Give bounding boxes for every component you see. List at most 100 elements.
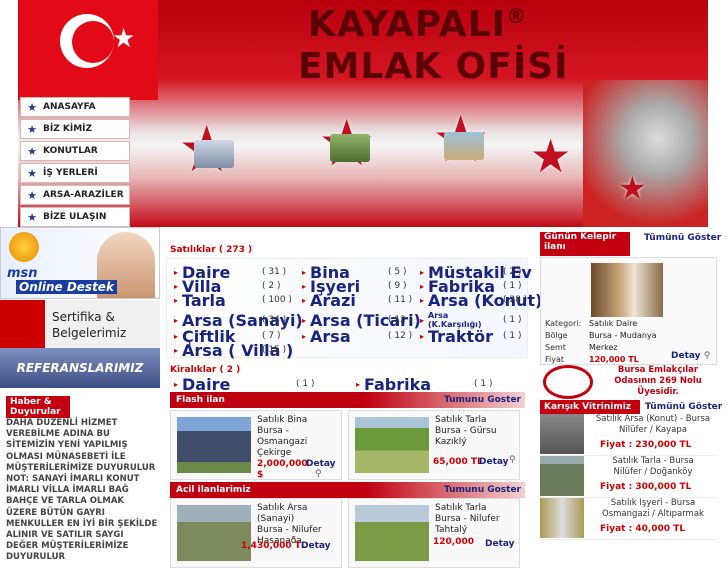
arrow-icon: ▸ — [174, 315, 179, 325]
detay-link[interactable]: Detay — [479, 457, 509, 467]
category-count: ( 1 ) — [503, 331, 522, 341]
msn-butterfly-icon — [9, 232, 39, 262]
acil-card-2[interactable]: Satılık Tarla Bursa - Nilufer Tahtalý 120,… — [348, 498, 520, 568]
arrow-icon: ▸ — [420, 315, 425, 325]
acil-card-1[interactable]: Satılık Arsa (Sanayi) Bursa - Nilufer Hasa… — [170, 498, 342, 568]
category-count: ( 31 ) — [262, 267, 287, 277]
arrow-icon: ▸ — [302, 267, 307, 277]
arrow-icon: ▸ — [420, 331, 425, 341]
listing-photo — [540, 414, 584, 454]
menu-item-konutlar[interactable]: ★ KONUTLAR — [20, 141, 130, 161]
category-link[interactable]: ▸ Tarla — [174, 291, 226, 310]
flash-ilan-header: Flash ilan Tumunu Goster — [170, 392, 525, 408]
arrow-icon: ▸ — [174, 345, 179, 355]
listing-photo[interactable] — [591, 263, 663, 317]
detay-link[interactable]: Detay — [306, 459, 336, 469]
arrow-icon: ▸ — [302, 281, 307, 291]
kelepir-show-all-link[interactable]: Tümünü Göster — [644, 233, 721, 249]
detay-link[interactable]: Detay ⚲ — [671, 351, 710, 361]
menu-item-bize-ulasin[interactable]: ★ BİZE ULAŞIN — [20, 207, 130, 227]
listing-photo — [177, 505, 251, 561]
listing-photo — [540, 456, 584, 496]
flash-show-all-link[interactable]: Tumunu Goster — [444, 395, 521, 405]
category-link[interactable]: ▸ Arsa (K.Karşılığı) — [420, 311, 498, 329]
flag-star-icon: ★ — [112, 24, 136, 54]
listing-photo — [355, 417, 429, 473]
rental-category-link[interactable]: ▸ Daire — [174, 375, 230, 394]
star-icon: ★ — [27, 210, 37, 224]
star-photo-frame-icon: ★ — [618, 169, 647, 207]
karisik-vitrin-header: Karışık Vitrinimiz — [540, 400, 640, 414]
flash-card-1[interactable]: Satılık Bina Bursa - Osmangazi Çekirge 2,00… — [170, 410, 342, 480]
vitrin-item-2[interactable]: Satılık Tarla - Bursa Nilüfer / Doğanköy … — [540, 456, 717, 498]
category-count: ( 7 ) — [262, 331, 281, 341]
arrow-icon: ▸ — [174, 379, 179, 389]
kelepir-header: Günün Kelepir ilanı — [540, 232, 630, 256]
category-count: ( 12 ) — [388, 331, 413, 341]
magnifier-icon[interactable]: ⚲ — [315, 469, 322, 479]
star-icon: ★ — [27, 144, 37, 158]
main-menu: ★ ANASAYFA ★ BİZ KİMİZ ★ KONUTLAR ★ İŞ YERLE… — [20, 97, 130, 229]
category-count: ( 1 ) — [503, 281, 522, 291]
news-heading: Haber & Duyurular — [6, 396, 70, 418]
satiliklar-title: Satılıklar ( 273 ) — [170, 245, 253, 255]
category-count: ( 5 ) — [388, 267, 407, 277]
magnifier-icon: ⚲ — [703, 351, 711, 361]
menu-item-is-yerleri[interactable]: ★ İŞ YERLERİ — [20, 163, 130, 183]
msn-online-support-banner[interactable]: msn Online Destek — [0, 227, 160, 299]
arrow-icon: ▸ — [174, 295, 179, 305]
star-icon: ★ — [27, 122, 37, 136]
category-count: ( 2 ) — [262, 281, 281, 291]
category-count: ( 9 ) — [388, 281, 407, 291]
arrow-icon: ▸ — [420, 267, 425, 277]
listing-photo — [540, 498, 584, 538]
brand-title: KAYAPALI® — [308, 4, 528, 45]
detay-link[interactable]: Detay — [301, 541, 331, 551]
bursa-emlak-membership: Bursa Emlakçılar Odasının 269 Nolu Üyesidi… — [614, 365, 702, 397]
rental-category-link[interactable]: ▸ Fabrika — [356, 375, 431, 394]
acil-ilanlar-header: Acil ilanlarimiz Tumunu Goster — [170, 482, 525, 498]
category-count: ( 11 ) — [388, 295, 413, 305]
category-link[interactable]: ▸ Arsa — [302, 327, 351, 346]
category-count: ( 100 ) — [262, 295, 292, 305]
category-link[interactable]: ▸ Arazi — [302, 291, 356, 310]
menu-item-anasayfa[interactable]: ★ ANASAYFA — [20, 97, 130, 117]
category-count: ( 15 ) — [262, 345, 287, 355]
vitrin-item-1[interactable]: Satılık Arsa (Konut) - Bursa Nilüfer / Ka… — [540, 414, 717, 456]
arrow-icon: ▸ — [420, 295, 425, 305]
listing-photo — [177, 417, 251, 473]
category-count: ( 28 ) — [503, 295, 528, 305]
detay-link[interactable]: Detay — [485, 539, 515, 549]
flash-card-2[interactable]: Satılık Tarla Bursa - Gürsu Kazıklý 65,000… — [348, 410, 520, 480]
category-count: ( 2 ) — [503, 267, 522, 277]
listing-photo — [355, 505, 429, 561]
arrow-icon: ▸ — [302, 295, 307, 305]
arrow-icon: ▸ — [356, 379, 361, 389]
arrow-icon: ▸ — [174, 267, 179, 277]
kelepir-panel: Kategori: Satılık Daire Bölge Bursa - Muda… — [540, 257, 717, 365]
arrow-icon: ▸ — [302, 331, 307, 341]
arrow-icon: ▸ — [302, 315, 307, 325]
rental-category-count: ( 1 ) — [474, 379, 493, 389]
certificates-banner[interactable]: Sertifika & Belgelerimiz — [0, 300, 160, 348]
brand-subtitle: EMLAK OFİSİ — [298, 46, 569, 87]
rental-category-count: ( 1 ) — [296, 379, 315, 389]
star-icon: ★ — [27, 100, 37, 114]
star-icon: ★ — [27, 188, 37, 202]
menu-item-biz-kimiz[interactable]: ★ BİZ KİMİZ — [20, 119, 130, 139]
category-count: ( 34 ) — [262, 315, 287, 325]
star-photo-frame-icon: ★ — [530, 129, 572, 183]
kiraliklar-title: Kiralıklar ( 2 ) — [170, 365, 241, 375]
acil-show-all-link[interactable]: Tumunu Goster — [444, 485, 521, 495]
bursa-emlakcilar-logo — [543, 365, 593, 399]
category-link[interactable]: ▸ Traktör — [420, 327, 493, 346]
menu-item-arsa-araziler[interactable]: ★ ARSA-ARAZİLER — [20, 185, 130, 205]
arrow-icon: ▸ — [420, 281, 425, 291]
magnifier-icon[interactable]: ⚲ — [509, 455, 516, 465]
references-banner[interactable]: REFERANSLARIMIZ — [0, 348, 160, 388]
category-count: ( 1 ) — [503, 315, 522, 325]
star-icon: ★ — [27, 166, 37, 180]
vitrin-item-3[interactable]: Satılık Işyeri - Bursa Osmangazi / Altıpa… — [540, 498, 717, 540]
category-count: ( 12 ) — [388, 315, 413, 325]
arrow-icon: ▸ — [174, 331, 179, 341]
